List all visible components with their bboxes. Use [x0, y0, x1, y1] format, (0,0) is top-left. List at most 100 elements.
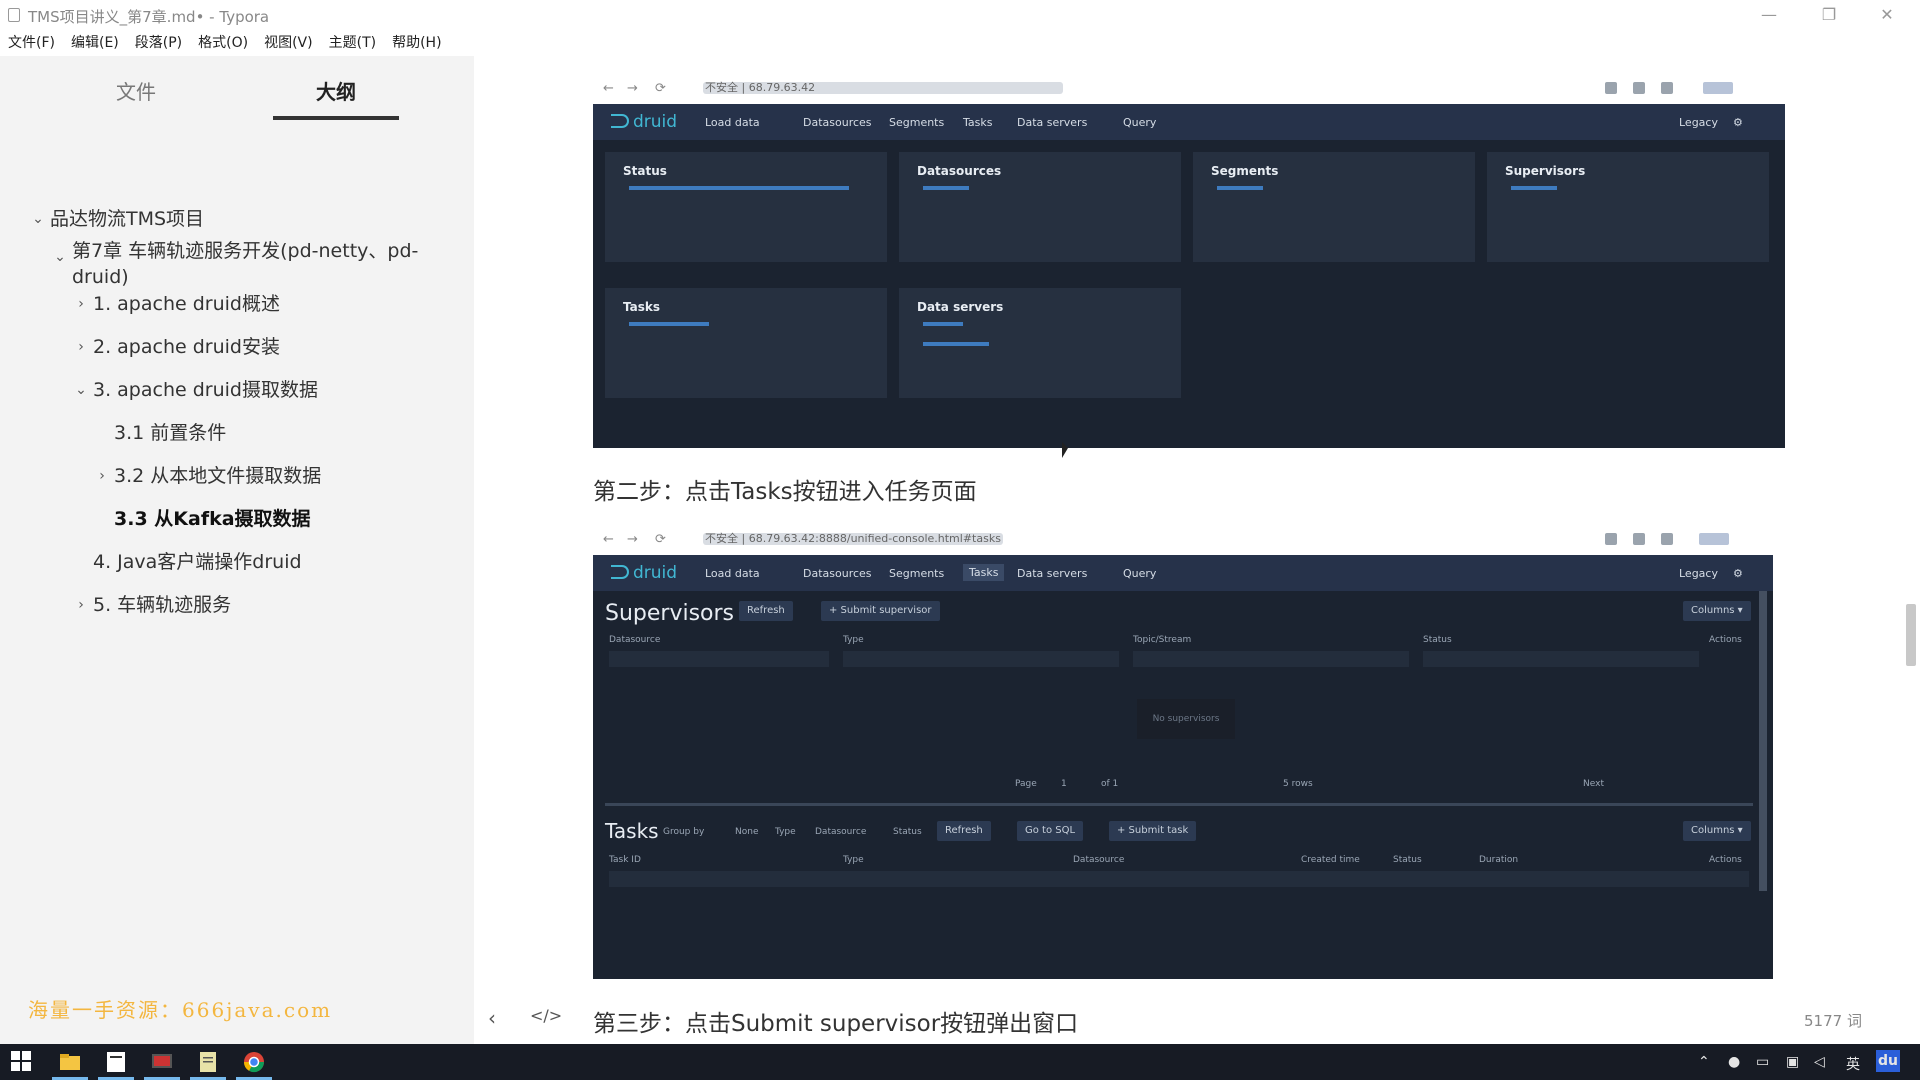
outline-label: 品达物流TMS项目 [50, 208, 205, 230]
column-header: Topic/Stream [1133, 635, 1192, 645]
url-text: 不安全 | 68.79.63.42:8888/unified-console.h… [705, 532, 1001, 545]
supervisors-card: Supervisors [1487, 152, 1769, 262]
task-column-header: Datasource [1073, 855, 1125, 865]
task-column-header: Type [843, 855, 864, 865]
windows-start-icon[interactable] [10, 1050, 34, 1074]
tasks-card: Tasks [605, 288, 887, 398]
card-title: Data servers [917, 300, 1004, 314]
baidu-input-icon[interactable]: du [1876, 1050, 1900, 1072]
outline-item[interactable]: › 1. apache druid概述 [78, 291, 280, 317]
nav-tasks: Tasks [963, 116, 993, 129]
outline-item[interactable]: › 3.2 从本地文件摄取数据 [99, 463, 322, 489]
battery-icon[interactable]: ▭ [1756, 1054, 1769, 1070]
menu-help[interactable]: 帮助(H) [392, 30, 441, 56]
reload-icon: ⟳ [655, 81, 666, 96]
next-button: Next [1583, 779, 1604, 789]
go-to-sql-button: Go to SQL [1017, 821, 1084, 841]
outline-label: 3. apache druid摄取数据 [93, 379, 318, 401]
outline-label: 3.2 从本地文件摄取数据 [114, 465, 322, 487]
druid-nav: druid Load data Datasources Segments Tas… [593, 104, 1785, 140]
nav-legacy: Legacy [1679, 116, 1718, 129]
watermark: 海量一手资源：666java.com [28, 998, 333, 1022]
menu-paragraph[interactable]: 段落(P) [135, 30, 182, 56]
close-icon[interactable]: ✕ [1864, 2, 1910, 28]
tab-files[interactable]: 文件 [66, 76, 206, 105]
nav-query: Query [1123, 567, 1157, 580]
source-code-mode-icon[interactable]: </> [530, 1006, 562, 1025]
title-bar: TMS项目讲义_第7章.md• - Typora — ❐ ✕ [0, 0, 1920, 30]
card-link [1217, 186, 1263, 190]
restore-icon[interactable]: ❐ [1806, 2, 1852, 28]
chevron-down-icon[interactable]: ⌄ [30, 206, 46, 232]
rows-select: 5 rows [1283, 779, 1313, 789]
menu-edit[interactable]: 编辑(E) [71, 30, 119, 56]
outline-item-active[interactable]: 3.3 从Kafka摄取数据 [114, 506, 311, 532]
card-title: Datasources [917, 164, 1002, 178]
supervisors-view: Supervisors Refresh + Submit supervisor … [593, 591, 1773, 979]
tray-chevron-icon[interactable]: ⌃ [1698, 1054, 1710, 1070]
outline-item[interactable]: › 5. 车辆轨迹服务 [78, 592, 231, 618]
word-count[interactable]: 5177 词 [1804, 1010, 1862, 1031]
nav-load-data: Load data [705, 116, 760, 129]
profile-icon [1703, 82, 1733, 94]
task-filter-row [609, 871, 1749, 887]
outline-item[interactable]: 3.1 前置条件 [114, 420, 226, 446]
outline-item[interactable]: ⌄ 品达物流TMS项目 [32, 206, 205, 232]
file-explorer-icon[interactable] [58, 1050, 82, 1074]
card-link [629, 322, 709, 326]
notepad-icon[interactable] [196, 1050, 220, 1074]
star-icon [1633, 82, 1645, 94]
outline-item[interactable]: 4. Java客户端操作druid [93, 549, 302, 575]
menu-file[interactable]: 文件(F) [8, 30, 55, 56]
chevron-right-icon[interactable]: › [73, 334, 89, 360]
nav-load-data: Load data [705, 567, 760, 580]
card-link [923, 342, 989, 346]
menu-format[interactable]: 格式(O) [198, 30, 248, 56]
filter-input [1133, 651, 1409, 667]
column-header: Actions [1709, 635, 1742, 645]
outline-item[interactable]: druid) [72, 264, 129, 290]
outline-item[interactable]: › 2. apache druid安装 [78, 334, 280, 360]
chevron-right-icon[interactable]: › [73, 592, 89, 618]
reload-icon: ⟳ [655, 532, 666, 547]
card-title: Tasks [623, 300, 661, 314]
settings-icon: ⚙ [1733, 116, 1743, 129]
extension-icon [1661, 82, 1673, 94]
minimize-icon[interactable]: — [1746, 2, 1792, 28]
task-column-header: Status [1393, 855, 1422, 865]
chevron-right-icon[interactable]: › [94, 463, 110, 489]
mouse-cursor-icon [1062, 442, 1068, 458]
extension-icon [1605, 533, 1617, 545]
typora-taskbar-icon[interactable] [104, 1050, 128, 1074]
nav-segments: Segments [889, 567, 945, 580]
tab-outline[interactable]: 大纲 [266, 76, 406, 105]
input-language[interactable]: 英 [1846, 1054, 1860, 1074]
chevron-down-icon[interactable]: ⌄ [52, 244, 68, 270]
browser-address-bar: ← → ⟳ 不安全 | 68.79.63.42:8888/unified-con… [593, 525, 1773, 555]
network-icon[interactable]: ▣ [1786, 1054, 1799, 1070]
column-header: Datasource [609, 635, 661, 645]
editor-scrollbar[interactable] [1906, 604, 1916, 666]
outline-item[interactable]: ⌄ 第7章 车辆轨迹服务开发(pd-netty、pd- [54, 238, 419, 265]
outline-label: 4. Java客户端操作druid [93, 551, 302, 573]
inner-scrollbar [1759, 591, 1767, 891]
step3-text[interactable]: 第三步：点击Submit supervisor按钮弹出窗口 [593, 1004, 1078, 1038]
step2-text[interactable]: 第二步：点击Tasks按钮进入任务页面 [593, 472, 977, 506]
datasources-card: Datasources [899, 152, 1181, 262]
outline-label: 第7章 车辆轨迹服务开发(pd-netty、pd- [72, 240, 419, 262]
active-tab-indicator [273, 116, 399, 120]
menu-theme[interactable]: 主题(T) [329, 30, 376, 56]
chrome-icon[interactable] [242, 1050, 266, 1074]
menu-view[interactable]: 视图(V) [264, 30, 313, 56]
section-divider [605, 803, 1753, 806]
no-supervisors-message: No supervisors [1137, 699, 1235, 739]
volume-icon[interactable]: ◁ [1814, 1054, 1825, 1070]
chevron-right-icon[interactable]: › [73, 291, 89, 317]
microphone-icon[interactable]: ● [1728, 1054, 1740, 1070]
outline-item[interactable]: ⌄ 3. apache druid摄取数据 [75, 377, 318, 403]
chevron-down-icon[interactable]: ⌄ [73, 377, 89, 403]
task-column-header: Actions [1709, 855, 1742, 865]
collapse-sidebar-icon[interactable]: ‹ [488, 1006, 496, 1030]
task-column-header: Created time [1301, 855, 1360, 865]
screen-capture-icon[interactable] [150, 1050, 174, 1074]
